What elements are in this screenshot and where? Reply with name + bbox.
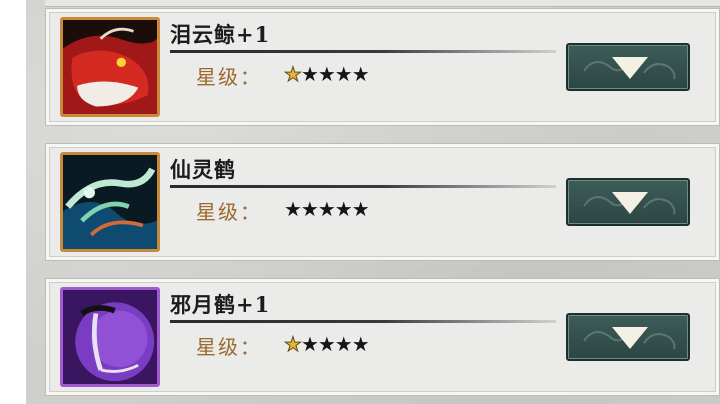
star-rating: ★★★★★ [284,62,370,87]
whale-portrait-icon [63,20,157,114]
avatar [60,152,160,252]
pet-name: 泪云鲸+1 [170,22,271,47]
chevron-down-icon [612,192,648,214]
list-item[interactable]: 邪月鹤+1 星级： ★★★★★ [45,278,720,396]
expand-button[interactable] [566,178,690,226]
pet-name: 仙灵鹤 [170,157,236,182]
star-icon: ★★★★ [300,62,370,86]
star-level-label: 星级： [196,200,262,224]
chevron-down-icon [612,327,648,349]
star-icon: ★★★★★ [284,197,370,221]
crane-portrait-icon [63,155,157,249]
star-icon: ★ [284,62,303,87]
name-divider [170,320,556,323]
star-icon: ★ [284,332,303,357]
star-rating: ★★★★★ [284,197,370,221]
list-item[interactable]: 泪云鲸+1 星级： ★★★★★ [45,8,720,126]
avatar [60,287,160,387]
star-rating: ★★★★★ [284,332,370,357]
previous-card-edge [45,0,720,7]
name-divider [170,185,556,188]
chevron-down-icon [612,57,648,79]
star-icon: ★★★★ [300,332,370,356]
list-item[interactable]: 仙灵鹤 星级： ★★★★★ [45,143,720,261]
avatar [60,17,160,117]
moon-crane-portrait-icon [63,290,157,384]
expand-button[interactable] [566,43,690,91]
pet-name: 邪月鹤+1 [170,292,271,317]
expand-button[interactable] [566,313,690,361]
star-level-label: 星级： [196,65,262,89]
star-level-label: 星级： [196,335,262,359]
name-divider [170,50,556,53]
